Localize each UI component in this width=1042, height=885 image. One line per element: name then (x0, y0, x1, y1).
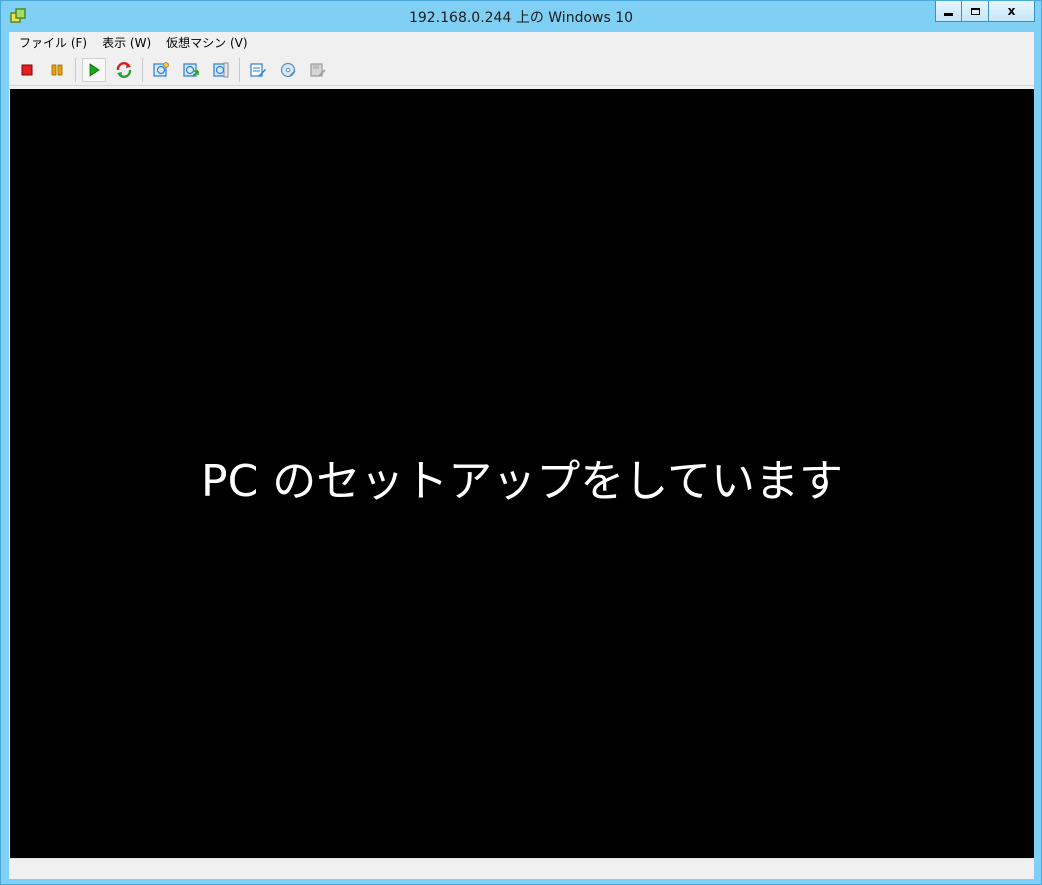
toolbar-separator (142, 57, 143, 82)
snapshot-manager-icon (213, 62, 229, 77)
menu-file[interactable]: ファイル (F) (14, 32, 92, 54)
snapshot-icon (153, 61, 169, 77)
edit-settings-icon (250, 62, 266, 77)
window-title: 192.168.0.244 上の Windows 10 (408, 10, 634, 26)
floppy-connect-button[interactable] (306, 58, 330, 82)
cd-dvd-button[interactable] (276, 58, 300, 82)
minimize-icon (944, 12, 953, 16)
revert-snapshot-button[interactable] (179, 58, 203, 82)
vm-console-screen[interactable]: PC のセットアップをしています (10, 89, 1034, 858)
cd-dvd-icon (280, 62, 296, 77)
caption-buttons: x (935, 1, 1035, 22)
edit-settings-button[interactable] (246, 58, 270, 82)
vm-console-window: 192.168.0.244 上の Windows 10 x ファイル (F) 表… (0, 0, 1042, 885)
maximize-icon (970, 7, 980, 15)
status-bar (9, 858, 1034, 879)
maximize-button[interactable] (962, 1, 989, 22)
title-bar[interactable]: 192.168.0.244 上の Windows 10 x (1, 1, 1041, 32)
reset-button[interactable] (112, 58, 136, 82)
toolbar-separator (239, 57, 240, 82)
stop-icon (21, 64, 33, 75)
client-area: ファイル (F) 表示 (W) 仮想マシン (V) PC のセットアップをしてい… (9, 32, 1034, 879)
floppy-connect-icon (310, 62, 326, 77)
revert-snapshot-icon (183, 62, 199, 77)
minimize-button[interactable] (935, 1, 962, 22)
pause-icon (51, 64, 63, 75)
pause-button[interactable] (45, 58, 69, 82)
play-button[interactable] (82, 57, 106, 82)
menu-view[interactable]: 表示 (W) (97, 32, 156, 54)
toolbar (9, 54, 1034, 86)
snapshot-manager-button[interactable] (209, 58, 233, 82)
menu-bar: ファイル (F) 表示 (W) 仮想マシン (V) (9, 32, 1034, 54)
toolbar-separator (75, 57, 76, 82)
close-icon: x (1007, 4, 1016, 18)
play-icon (89, 62, 100, 77)
take-snapshot-button[interactable] (149, 58, 173, 82)
reset-icon (116, 61, 132, 78)
stop-button[interactable] (15, 58, 39, 82)
menu-vm[interactable]: 仮想マシン (V) (161, 32, 252, 54)
close-button[interactable]: x (989, 1, 1035, 22)
setup-status-message: PC のセットアップをしています (201, 456, 843, 507)
